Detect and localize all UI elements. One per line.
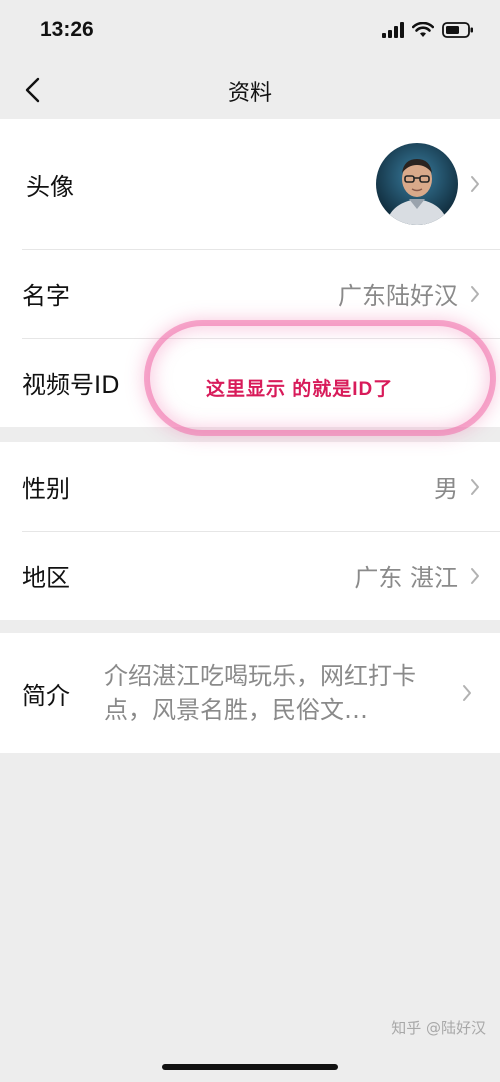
name-row[interactable]: 名字 广东陆好汉 [0, 249, 500, 338]
avatar-row[interactable]: 头像 [0, 119, 500, 249]
chevron-right-icon [471, 478, 479, 495]
video-id-label: 视频号ID [22, 371, 120, 399]
chevron-right-icon [471, 176, 479, 192]
name-label: 名字 [22, 282, 70, 310]
status-bar: 13:26 [0, 0, 500, 62]
region-label: 地区 [22, 564, 70, 592]
avatar[interactable] [376, 143, 458, 225]
status-icons [382, 22, 474, 38]
region-row[interactable]: 地区 广东 湛江 [0, 531, 500, 620]
chevron-right-icon [471, 567, 479, 584]
cellular-signal-icon [382, 22, 404, 38]
chevron-right-icon [471, 285, 479, 302]
gender-label: 性别 [22, 475, 70, 503]
gender-value: 男 [434, 475, 458, 503]
battery-icon [442, 22, 473, 38]
wifi-icon [412, 22, 434, 37]
home-indicator[interactable] [162, 1064, 338, 1070]
profile-group-intro: 简介 介绍湛江吃喝玩乐，网红打卡点，风景名胜，民俗文… [0, 633, 500, 753]
intro-value: 介绍湛江吃喝玩乐，网红打卡点，风景名胜，民俗文… [104, 662, 416, 724]
avatar-label: 头像 [26, 172, 74, 201]
gender-row[interactable]: 性别 男 [0, 442, 500, 531]
nav-bar: 资料 [0, 62, 500, 118]
annotation-text: 这里显示 的就是ID了 [206, 379, 394, 400]
name-value: 广东陆好汉 [338, 282, 458, 310]
chevron-right-icon [463, 685, 471, 701]
intro-label: 简介 [22, 681, 70, 710]
profile-group-details: 性别 男 地区 广东 湛江 [0, 442, 500, 620]
status-time: 13:26 [40, 18, 94, 41]
region-value: 广东 湛江 [354, 564, 458, 592]
watermark: 知乎 @陆好汉 [391, 1019, 486, 1037]
page-title: 资料 [227, 81, 272, 106]
intro-row[interactable]: 简介 介绍湛江吃喝玩乐，网红打卡点，风景名胜，民俗文… [0, 633, 500, 753]
